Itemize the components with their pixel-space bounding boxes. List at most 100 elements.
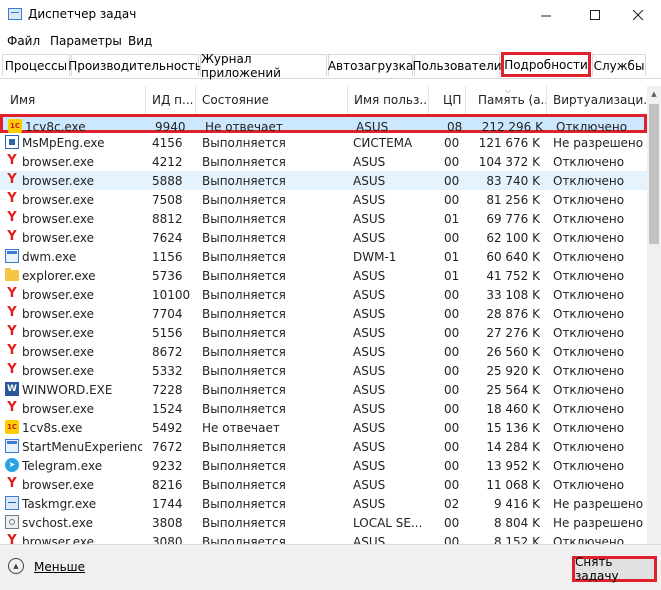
column-header-pid[interactable]: ИД п...: [146, 86, 196, 114]
table-row[interactable]: Ybrowser.exe 8812 Выполняется ASUS 01 69 776 …: [0, 209, 647, 228]
word-icon: W: [5, 382, 19, 396]
process-name: browser.exe: [22, 230, 95, 245]
process-name: svchost.exe: [22, 515, 93, 530]
table-row[interactable]: ➤ Telegram.exe 9232 Выполняется ASUS 00 13 952…: [0, 456, 647, 475]
tab-users[interactable]: Пользователи: [412, 54, 502, 76]
process-pid: 8812: [152, 211, 183, 226]
menu-file[interactable]: Файл: [7, 34, 40, 48]
process-cpu: 00: [444, 458, 460, 473]
table-row[interactable]: Ybrowser.exe 1524 Выполняется ASUS 00 18 460 …: [0, 399, 647, 418]
process-pid: 5888: [152, 173, 183, 188]
process-memory: 69 776 K: [486, 211, 540, 226]
process-name: browser.exe: [22, 154, 95, 169]
1c-icon: 1С: [5, 420, 19, 434]
process-cpu: 00: [444, 534, 460, 545]
process-user: ASUS: [353, 192, 386, 207]
process-pid: 4212: [152, 154, 183, 169]
yandex-browser-icon: Y: [7, 305, 17, 320]
process-virtualization: Отключено: [553, 439, 625, 454]
table-row[interactable]: Ybrowser.exe 8216 Выполняется ASUS 00 11 068 …: [0, 475, 647, 494]
process-name: browser.exe: [22, 192, 95, 207]
tab-processes[interactable]: Процессы: [2, 54, 70, 76]
close-button[interactable]: [615, 0, 661, 30]
fewer-details-link[interactable]: Меньше: [34, 560, 85, 574]
table-row[interactable]: svchost.exe 3808 Выполняется LOCAL SE... 00 8…: [0, 513, 647, 532]
process-virtualization: Отключено: [553, 325, 625, 340]
process-user: СИСТЕМА: [353, 135, 413, 150]
process-pid: 3808: [152, 515, 183, 530]
yandex-browser-icon: Y: [7, 324, 17, 339]
service-icon: [5, 515, 19, 529]
menu-view[interactable]: Вид: [128, 34, 152, 48]
column-header-user[interactable]: Имя польз...: [348, 86, 429, 114]
yandex-browser-icon: Y: [7, 476, 17, 491]
table-row[interactable]: Ybrowser.exe 4212 Выполняется ASUS 00 104 372…: [0, 152, 647, 171]
table-row[interactable]: Ybrowser.exe 7624 Выполняется ASUS 00 62 100 …: [0, 228, 647, 247]
column-header-cpu[interactable]: ЦП: [429, 86, 466, 114]
process-memory: 8 152 K: [493, 534, 540, 545]
process-pid: 7228: [152, 382, 183, 397]
process-user: ASUS: [353, 401, 386, 416]
process-memory: 33 108 K: [486, 287, 540, 302]
table-row[interactable]: Ybrowser.exe 5156 Выполняется ASUS 00 27 276 …: [0, 323, 647, 342]
table-row[interactable]: 1С 1cv8s.exe 5492 Не отвечает ASUS 00 15 136 K…: [0, 418, 647, 437]
process-cpu: 00: [444, 363, 460, 378]
column-header-virtualization[interactable]: Виртуализаци...: [547, 86, 647, 114]
process-state: Выполняется: [202, 382, 286, 397]
tab-performance[interactable]: Производительность: [68, 54, 202, 76]
table-row[interactable]: dwm.exe 1156 Выполняется DWM-1 01 60 640 K Отк…: [0, 247, 647, 266]
column-header-name[interactable]: Имя: [0, 86, 146, 114]
process-state: Выполняется: [202, 325, 286, 340]
table-row[interactable]: Ybrowser.exe 5888 Выполняется ASUS 00 83 740 …: [0, 171, 647, 190]
process-user: ASUS: [353, 439, 386, 454]
tab-services[interactable]: Службы: [592, 54, 646, 76]
table-row[interactable]: StartMenuExperienc... 7672 Выполняется ASUS…: [0, 437, 647, 456]
end-task-button[interactable]: Снять задачу: [572, 555, 657, 583]
table-row[interactable]: 1С 1cv8c.exe 9940 Не отвечает ASUS 08 212 296 …: [0, 114, 647, 134]
process-state: Выполняется: [202, 230, 286, 245]
process-memory: 18 460 K: [486, 401, 540, 416]
process-state: Выполняется: [202, 268, 286, 283]
scroll-up-arrow-icon[interactable]: ▲: [647, 86, 661, 102]
process-pid: 5156: [152, 325, 183, 340]
process-memory: 25 564 K: [486, 382, 540, 397]
table-row[interactable]: Taskmgr.exe 1744 Выполняется ASUS 02 9 416 K Н…: [0, 494, 647, 513]
process-memory: 28 876 K: [486, 306, 540, 321]
table-row[interactable]: W WINWORD.EXE 7228 Выполняется ASUS 00 25 564 …: [0, 380, 647, 399]
title-bar: Диспетчер задач: [0, 0, 661, 30]
tab-details[interactable]: Подробности: [501, 52, 591, 77]
process-cpu: 00: [444, 382, 460, 397]
tab-startup[interactable]: Автозагрузка: [328, 54, 413, 76]
table-row[interactable]: Ybrowser.exe 8672 Выполняется ASUS 00 26 560 …: [0, 342, 647, 361]
process-user: ASUS: [353, 496, 386, 511]
table-row[interactable]: MsMpEng.exe 4156 Выполняется СИСТЕМА 00 121 6…: [0, 133, 647, 152]
process-memory: 15 136 K: [486, 420, 540, 435]
table-row[interactable]: Ybrowser.exe 3080 Выполняется ASUS 00 8 152 K…: [0, 532, 647, 545]
tab-app-history[interactable]: Журнал приложений: [200, 52, 327, 80]
table-row[interactable]: Ybrowser.exe 5332 Выполняется ASUS 00 25 920 …: [0, 361, 647, 380]
table-row[interactable]: Ybrowser.exe 10100 Выполняется ASUS 00 33 108…: [0, 285, 647, 304]
process-user: ASUS: [353, 325, 386, 340]
vertical-scrollbar[interactable]: ▲: [647, 86, 661, 544]
scrollbar-thumb[interactable]: [649, 104, 659, 244]
process-virtualization: Отключено: [553, 401, 625, 416]
process-virtualization: Отключено: [553, 306, 625, 321]
process-virtualization: Отключено: [553, 211, 625, 226]
process-cpu: 00: [444, 515, 460, 530]
process-state: Выполняется: [202, 477, 286, 492]
table-row[interactable]: Ybrowser.exe 7508 Выполняется ASUS 00 81 256 …: [0, 190, 647, 209]
minimize-button[interactable]: [523, 0, 569, 30]
process-pid: 1744: [152, 496, 183, 511]
maximize-button[interactable]: [572, 0, 618, 30]
chevron-up-icon[interactable]: ▲: [8, 558, 24, 574]
window-icon: [5, 249, 19, 263]
process-virtualization: Отключено: [553, 154, 625, 169]
table-row[interactable]: explorer.exe 5736 Выполняется ASUS 01 41 752 …: [0, 266, 647, 285]
table-row[interactable]: Ybrowser.exe 7704 Выполняется ASUS 00 28 876 …: [0, 304, 647, 323]
column-header-state[interactable]: Состояние: [196, 86, 348, 114]
process-memory: 27 276 K: [486, 325, 540, 340]
process-pid: 7624: [152, 230, 183, 245]
process-user: ASUS: [353, 534, 386, 545]
menu-options[interactable]: Параметры: [50, 34, 122, 48]
process-name: browser.exe: [22, 325, 95, 340]
